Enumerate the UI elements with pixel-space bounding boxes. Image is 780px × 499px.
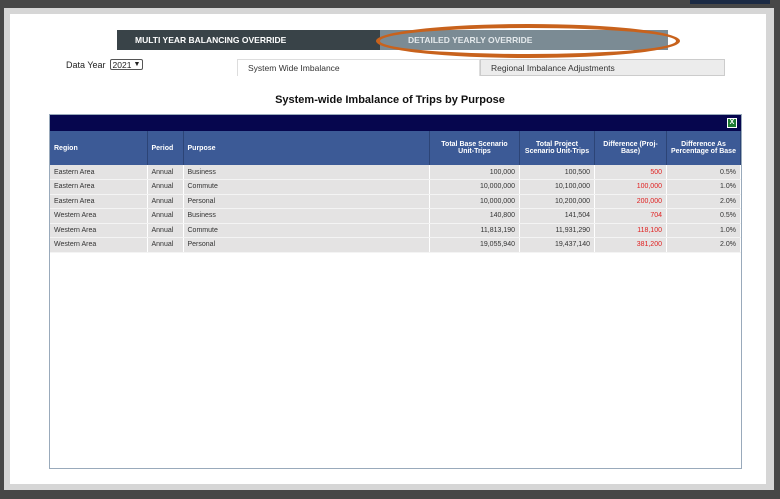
cell-difference: 500 <box>594 165 667 180</box>
table-row: Western Area Annual Business 140,800 141,504… <box>50 208 741 224</box>
col-difference-pct: Difference As Percentage of Base <box>666 131 741 165</box>
tab-detailed-yearly-override[interactable]: DETAILED YEARLY OVERRIDE <box>380 30 668 50</box>
cell-period: Annual <box>147 223 184 238</box>
cell-region: Western Area <box>50 208 148 224</box>
table-row: Eastern Area Annual Business 100,000 100,500… <box>50 165 741 180</box>
cell-region: Eastern Area <box>50 165 148 180</box>
cell-base-trips: 11,813,190 <box>429 223 520 238</box>
cell-project-trips: 11,931,290 <box>519 223 595 238</box>
cell-region: Western Area <box>50 237 148 253</box>
cell-period: Annual <box>147 165 184 180</box>
subtab-regional-imbalance-adjustments[interactable]: Regional Imbalance Adjustments <box>480 59 725 76</box>
cell-difference-pct: 0.5% <box>666 208 741 224</box>
table-row: Eastern Area Annual Personal 10,000,000 10,2… <box>50 194 741 209</box>
cell-project-trips: 141,504 <box>519 208 595 224</box>
cell-region: Western Area <box>50 223 148 238</box>
table-title: System-wide Imbalance of Trips by Purpos… <box>275 94 505 106</box>
cell-project-trips: 10,200,000 <box>519 194 595 209</box>
tab-multi-year-balancing-override[interactable]: MULTI YEAR BALANCING OVERRIDE <box>117 30 380 50</box>
cell-difference-pct: 1.0% <box>666 179 741 195</box>
chevron-down-icon: ▼ <box>133 61 141 68</box>
table-toolbar: X <box>50 115 741 131</box>
cell-difference-pct: 2.0% <box>666 194 741 209</box>
cell-project-trips: 100,500 <box>519 165 595 180</box>
col-purpose: Purpose <box>183 131 430 165</box>
subtab-system-wide-imbalance[interactable]: System Wide Imbalance <box>237 59 480 76</box>
cell-base-trips: 140,800 <box>429 208 520 224</box>
cell-period: Annual <box>147 237 184 253</box>
cell-period: Annual <box>147 194 184 209</box>
main-tabs: MULTI YEAR BALANCING OVERRIDE DETAILED Y… <box>117 30 668 50</box>
cell-purpose: Commute <box>183 179 430 195</box>
window-top-bar <box>690 0 770 4</box>
col-difference: Difference (Proj-Base) <box>594 131 667 165</box>
data-year-label: Data Year <box>66 59 106 70</box>
cell-base-trips: 100,000 <box>429 165 520 180</box>
col-region: Region <box>50 131 148 165</box>
col-project-trips: Total Project Scenario Unit-Trips <box>519 131 595 165</box>
imbalance-table-panel: X Region Period Purpose Total Base Scena… <box>49 114 742 469</box>
table-row: Western Area Annual Personal 19,055,940 19,4… <box>50 237 741 253</box>
cell-difference: 100,000 <box>594 179 667 195</box>
cell-difference: 118,100 <box>594 223 667 238</box>
table-row: Eastern Area Annual Commute 10,000,000 10,10… <box>50 179 741 195</box>
cell-difference-pct: 1.0% <box>666 223 741 238</box>
data-year-select[interactable]: 2021 ▼ <box>109 59 144 70</box>
cell-purpose: Personal <box>183 237 430 253</box>
excel-export-icon[interactable]: X <box>727 118 737 128</box>
cell-region: Eastern Area <box>50 194 148 209</box>
cell-purpose: Business <box>183 165 430 180</box>
cell-difference: 704 <box>594 208 667 224</box>
cell-purpose: Personal <box>183 194 430 209</box>
data-year-value: 2021 <box>112 59 132 70</box>
cell-difference-pct: 2.0% <box>666 237 741 253</box>
data-year-control: Data Year 2021 ▼ <box>66 59 144 70</box>
cell-region: Eastern Area <box>50 179 148 195</box>
cell-difference: 381,200 <box>594 237 667 253</box>
cell-base-trips: 10,000,000 <box>429 194 520 209</box>
cell-project-trips: 19,437,140 <box>519 237 595 253</box>
col-period: Period <box>147 131 184 165</box>
cell-difference-pct: 0.5% <box>666 165 741 180</box>
cell-project-trips: 10,100,000 <box>519 179 595 195</box>
imbalance-table: Region Period Purpose Total Base Scenari… <box>50 131 741 253</box>
cell-purpose: Business <box>183 208 430 224</box>
cell-base-trips: 10,000,000 <box>429 179 520 195</box>
cell-difference: 200,000 <box>594 194 667 209</box>
table-row: Western Area Annual Commute 11,813,190 11,93… <box>50 223 741 238</box>
cell-base-trips: 19,055,940 <box>429 237 520 253</box>
cell-period: Annual <box>147 208 184 224</box>
cell-purpose: Commute <box>183 223 430 238</box>
cell-period: Annual <box>147 179 184 195</box>
col-base-trips: Total Base Scenario Unit-Trips <box>429 131 520 165</box>
